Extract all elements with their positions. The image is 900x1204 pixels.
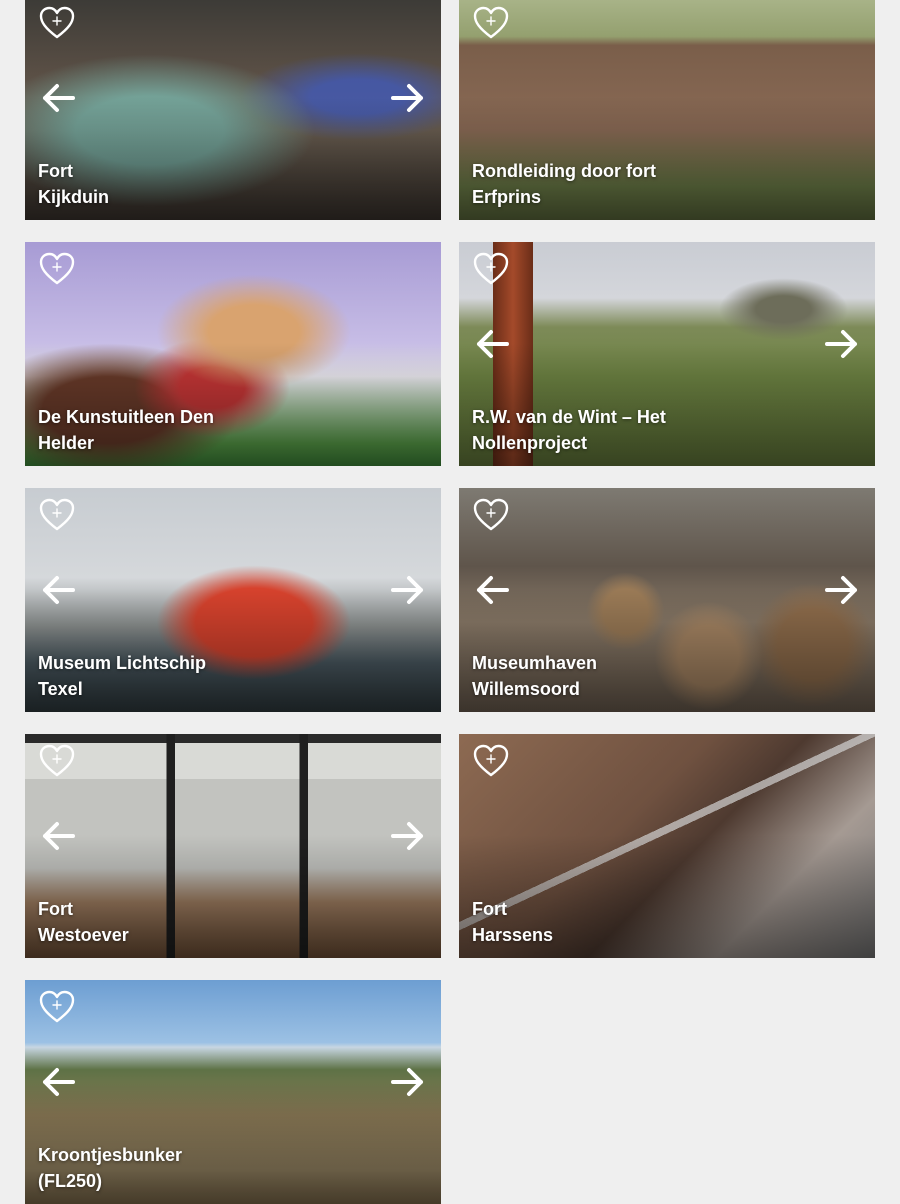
activity-card[interactable]: Museumhaven Willemsoord xyxy=(459,488,875,712)
activity-card[interactable]: Rondleiding door fort Erfprins xyxy=(459,0,875,220)
activity-card[interactable]: Kroontjesbunker (FL250) xyxy=(25,980,441,1204)
previous-arrow-icon[interactable] xyxy=(473,326,513,362)
previous-arrow-icon[interactable] xyxy=(39,572,79,608)
card-title-line: Fort xyxy=(38,899,73,919)
card-title-line: Harssens xyxy=(472,925,554,945)
card-title-line: Rondleiding door fort xyxy=(472,161,656,181)
card-title-line: Museum Lichtschip xyxy=(38,653,207,673)
card-title-line: Westoever xyxy=(38,925,129,945)
card-title[interactable]: De Kunstuitleen Den Helder xyxy=(38,404,381,456)
card-title-line: Museumhaven xyxy=(472,653,598,673)
activity-card[interactable]: Fort Harssens xyxy=(459,734,875,958)
card-title-line: Texel xyxy=(38,679,83,699)
next-arrow-icon[interactable] xyxy=(821,572,861,608)
card-title[interactable]: Fort Harssens xyxy=(472,896,815,948)
card-title[interactable]: Rondleiding door fort Erfprins xyxy=(472,158,815,210)
card-title[interactable]: Kroontjesbunker (FL250) xyxy=(38,1142,381,1194)
card-title[interactable]: Museum Lichtschip Texel xyxy=(38,650,381,702)
activity-card[interactable]: Fort Kijkduin xyxy=(25,0,441,220)
favorite-heart-icon[interactable] xyxy=(473,252,509,286)
card-title[interactable]: Museumhaven Willemsoord xyxy=(472,650,815,702)
card-title-line: Kroontjesbunker xyxy=(38,1145,183,1165)
card-title-line: Kijkduin xyxy=(38,187,109,207)
card-title-line: (FL250) xyxy=(38,1171,103,1191)
card-title[interactable]: Fort Kijkduin xyxy=(38,158,381,210)
favorite-heart-icon[interactable] xyxy=(473,744,509,778)
card-title-line: Helder xyxy=(38,433,95,453)
card-title[interactable]: Fort Westoever xyxy=(38,896,381,948)
favorite-heart-icon[interactable] xyxy=(473,498,509,532)
card-title-line: R.W. van de Wint – Het xyxy=(472,407,666,427)
activity-card[interactable]: Museum Lichtschip Texel xyxy=(25,488,441,712)
card-title-line: Nollenproject xyxy=(472,433,588,453)
favorite-heart-icon[interactable] xyxy=(39,498,75,532)
card-title[interactable]: R.W. van de Wint – Het Nollenproject xyxy=(472,404,815,456)
favorite-heart-icon[interactable] xyxy=(39,252,75,286)
previous-arrow-icon[interactable] xyxy=(39,1064,79,1100)
next-arrow-icon[interactable] xyxy=(821,326,861,362)
previous-arrow-icon[interactable] xyxy=(39,80,79,116)
card-title-line: Willemsoord xyxy=(472,679,580,699)
previous-arrow-icon[interactable] xyxy=(39,818,79,854)
next-arrow-icon[interactable] xyxy=(387,818,427,854)
card-title-line: Fort xyxy=(472,899,507,919)
favorite-heart-icon[interactable] xyxy=(39,6,75,40)
favorite-heart-icon[interactable] xyxy=(39,744,75,778)
favorite-heart-icon[interactable] xyxy=(473,6,509,40)
previous-arrow-icon[interactable] xyxy=(473,572,513,608)
activity-card[interactable]: R.W. van de Wint – Het Nollenproject xyxy=(459,242,875,466)
activity-card[interactable]: De Kunstuitleen Den Helder xyxy=(25,242,441,466)
card-title-line: De Kunstuitleen Den xyxy=(38,407,215,427)
activity-card[interactable]: Fort Westoever xyxy=(25,734,441,958)
card-title-line: Fort xyxy=(38,161,73,181)
next-arrow-icon[interactable] xyxy=(387,1064,427,1100)
next-arrow-icon[interactable] xyxy=(387,80,427,116)
next-arrow-icon[interactable] xyxy=(387,572,427,608)
card-title-line: Erfprins xyxy=(472,187,542,207)
favorite-heart-icon[interactable] xyxy=(39,990,75,1024)
